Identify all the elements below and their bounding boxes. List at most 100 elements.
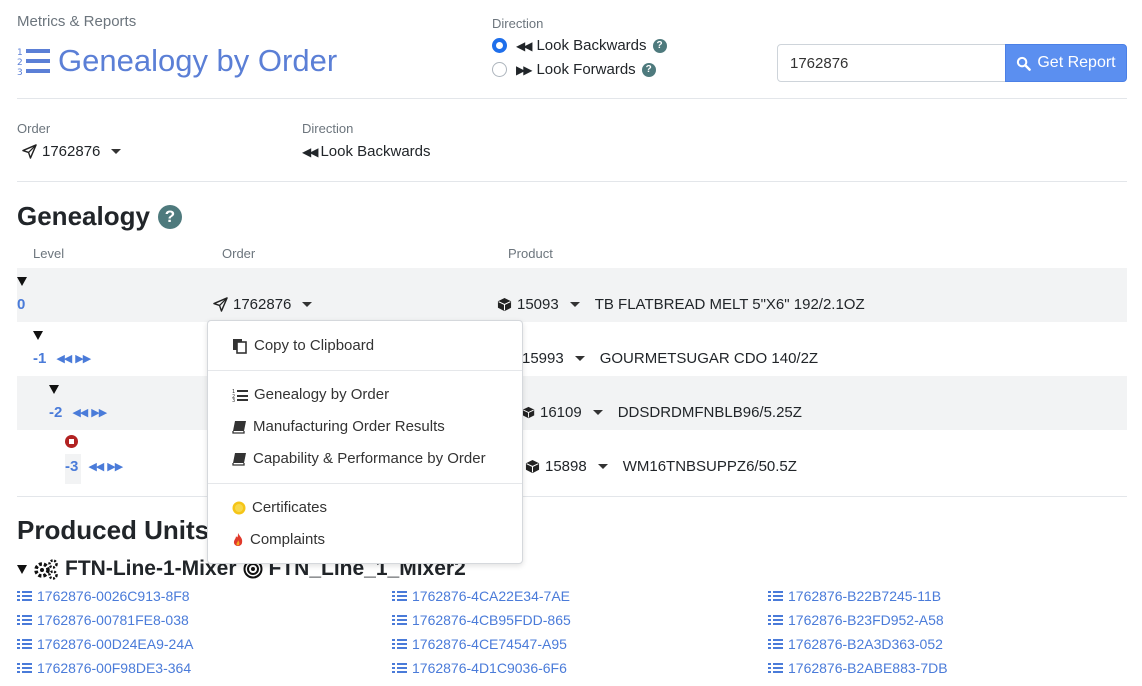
divider xyxy=(17,181,1127,182)
list-icon xyxy=(17,662,32,674)
order-value: 1762876 xyxy=(233,296,292,313)
produced-unit-link[interactable]: 1762876-00D24EA9-24A xyxy=(17,636,193,652)
forward-nav-icon[interactable]: ▶▶ xyxy=(75,352,91,365)
cogs-icon xyxy=(34,559,58,580)
list-icon xyxy=(768,590,783,602)
help-icon[interactable]: ? xyxy=(157,204,182,229)
paper-plane-icon xyxy=(213,297,228,312)
list-icon xyxy=(17,590,32,602)
genealogy-row: -2 ◀◀ ▶▶ 16109 DDSDRDMFNBLB96/5.25Z xyxy=(17,376,1127,430)
product-cell[interactable]: 16109 DDSDRDMFNBLB96/5.25Z xyxy=(522,404,802,421)
list-icon xyxy=(392,614,407,626)
produced-units-title: Produced Units xyxy=(17,515,210,545)
page-title: Genealogy by Order xyxy=(58,43,338,78)
list-icon xyxy=(392,590,407,602)
menu-item-genealogy-by-order[interactable]: 123 Genealogy by Order xyxy=(232,386,389,403)
menu-item-label: Manufacturing Order Results xyxy=(253,418,445,435)
divider xyxy=(17,496,1127,497)
summary-direction-value: Look Backwards xyxy=(320,143,431,160)
list-icon xyxy=(768,662,783,674)
order-context-menu: Copy to Clipboard 123 Genealogy by Order… xyxy=(207,320,523,564)
list-icon xyxy=(392,662,407,674)
divider xyxy=(17,98,1127,99)
produced-unit-link[interactable]: 1762876-4D1C9036-6F6 xyxy=(392,660,567,676)
collapse-toggle-icon[interactable] xyxy=(17,277,27,286)
radio-checked-icon[interactable] xyxy=(492,38,507,53)
list-ol-icon: 123 xyxy=(232,389,248,402)
radio-label: Look Forwards xyxy=(536,61,636,78)
forward-icon: ▶▶ xyxy=(516,62,533,77)
cube-icon xyxy=(497,297,512,312)
list-ol-icon: 1 2 3 xyxy=(17,48,50,77)
order-search-input[interactable] xyxy=(777,44,1006,82)
genealogy-heading: Genealogy ? xyxy=(17,201,182,232)
produced-unit-link[interactable]: 1762876-0026C913-8F8 xyxy=(17,588,190,604)
backward-nav-icon[interactable]: ◀◀ xyxy=(88,460,104,473)
help-icon[interactable]: ? xyxy=(652,38,667,53)
level-value: -2 xyxy=(49,404,63,421)
menu-item-complaints[interactable]: Complaints xyxy=(232,531,325,548)
product-cell[interactable]: 15093 TB FLATBREAD MELT 5"X6" 192/2.1OZ xyxy=(497,296,865,313)
backward-nav-icon[interactable]: ◀◀ xyxy=(56,352,72,365)
svg-text:3: 3 xyxy=(232,398,235,402)
collapse-toggle-icon[interactable] xyxy=(49,385,59,394)
level-value: -1 xyxy=(33,350,47,367)
summary-order-value: 1762876 xyxy=(42,143,101,160)
paper-plane-icon xyxy=(22,144,37,159)
menu-item-capability-performance[interactable]: Capability & Performance by Order xyxy=(232,450,486,467)
column-header-product: Product xyxy=(508,246,553,261)
backward-icon: ◀◀ xyxy=(302,144,319,159)
caret-down-icon xyxy=(111,149,122,154)
produced-unit-link[interactable]: 1762876-4CB95FDD-865 xyxy=(392,612,571,628)
collapse-toggle-icon[interactable] xyxy=(17,564,27,574)
product-id: 15898 xyxy=(545,458,587,475)
product-cell[interactable]: 15993 GOURMETSUGAR CDO 140/2Z xyxy=(522,350,818,367)
produced-unit-link[interactable]: 1762876-4CA22E34-7AE xyxy=(392,588,570,604)
summary-order-dropdown[interactable]: 1762876 xyxy=(22,143,122,160)
page-title-wrap: 1 2 3 Genealogy by Order xyxy=(17,43,337,79)
caret-down-icon xyxy=(574,356,585,361)
radio-look-backwards[interactable]: ◀◀ Look Backwards ? xyxy=(492,37,667,54)
menu-item-certificates[interactable]: Certificates xyxy=(232,499,327,516)
forward-nav-icon[interactable]: ▶▶ xyxy=(107,460,123,473)
product-id: 16109 xyxy=(540,404,582,421)
summary-direction-label: Direction xyxy=(302,121,354,136)
product-cell[interactable]: 15898 WM16TNBSUPPZ6/50.5Z xyxy=(525,458,797,475)
genealogy-row: -3 ◀◀ ▶▶ 15898 WM16TNBSUPPZ6/50.5Z xyxy=(17,430,1127,484)
produced-unit-link[interactable]: 1762876-B2A3D363-052 xyxy=(768,636,943,652)
level-value: -3 xyxy=(65,458,79,475)
produced-unit-link[interactable]: 1762876-00F98DE3-364 xyxy=(17,660,191,676)
produced-unit-link[interactable]: 1762876-4CE74547-A95 xyxy=(392,636,567,652)
radio-unchecked-icon[interactable] xyxy=(492,62,507,77)
order-dropdown[interactable]: 1762876 xyxy=(213,296,313,313)
menu-divider xyxy=(208,483,522,484)
caret-down-icon xyxy=(597,464,608,469)
svg-text:1: 1 xyxy=(17,48,23,58)
level-cell: -1 ◀◀ ▶▶ xyxy=(33,350,91,367)
radio-look-forwards[interactable]: ▶▶ Look Forwards ? xyxy=(492,61,656,78)
book-icon xyxy=(232,420,246,434)
list-icon xyxy=(768,614,783,626)
produced-unit-link[interactable]: 1762876-B23FD952-A58 xyxy=(768,612,944,628)
search-icon xyxy=(1017,56,1032,71)
produced-unit-link[interactable]: 1762876-B2ABE883-7DB xyxy=(768,660,948,676)
product-name: GOURMETSUGAR CDO 140/2Z xyxy=(599,350,819,367)
produced-unit-link[interactable]: 1762876-B22B7245-11B xyxy=(768,588,941,604)
caret-down-icon xyxy=(592,410,603,415)
list-icon xyxy=(768,638,783,650)
help-icon[interactable]: ? xyxy=(641,62,656,77)
level-cell: -3 ◀◀ ▶▶ xyxy=(65,458,123,475)
forward-nav-icon[interactable]: ▶▶ xyxy=(91,406,107,419)
menu-item-copy-to-clipboard[interactable]: Copy to Clipboard xyxy=(232,337,374,354)
menu-item-manufacturing-order-results[interactable]: Manufacturing Order Results xyxy=(232,418,445,435)
list-icon xyxy=(17,614,32,626)
backward-nav-icon[interactable]: ◀◀ xyxy=(72,406,88,419)
produced-unit-link[interactable]: 1762876-00781FE8-038 xyxy=(17,612,189,628)
get-report-button[interactable]: Get Report xyxy=(1005,44,1127,82)
backward-icon: ◀◀ xyxy=(516,38,533,53)
breadcrumb[interactable]: Metrics & Reports xyxy=(17,13,136,30)
get-report-label: Get Report xyxy=(1037,54,1116,71)
collapse-toggle-icon[interactable] xyxy=(33,331,43,340)
level-cell: -2 ◀◀ ▶▶ xyxy=(49,404,107,421)
menu-item-label: Capability & Performance by Order xyxy=(253,450,486,467)
